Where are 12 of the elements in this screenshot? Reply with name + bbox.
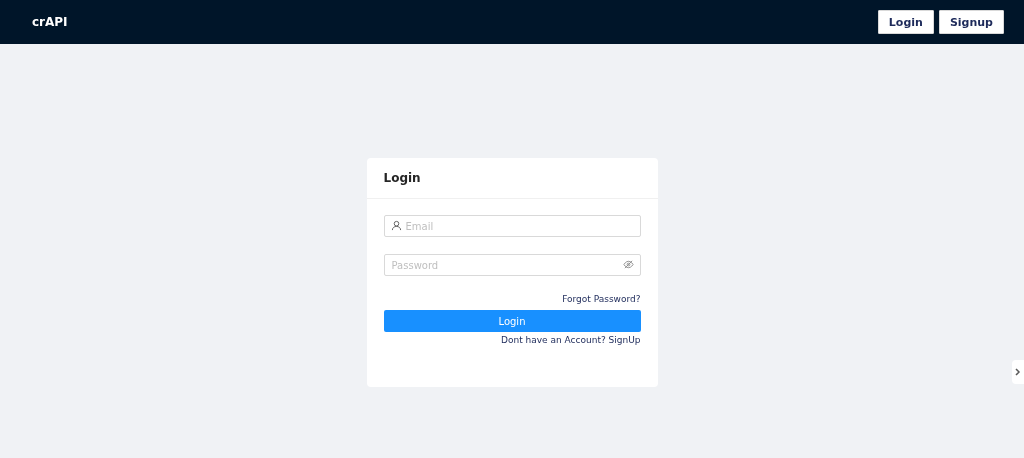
side-tab[interactable] xyxy=(1012,360,1024,384)
password-field[interactable]: Password xyxy=(383,254,641,276)
chevron-icon xyxy=(1015,368,1021,376)
eye-off-icon[interactable] xyxy=(622,259,634,270)
signup-button[interactable]: Signup xyxy=(938,10,1004,34)
card-title: Login xyxy=(383,171,421,185)
forgot-password-link[interactable]: Forgot Password? xyxy=(562,294,641,304)
signup-link[interactable]: Dont have an Account? SignUp xyxy=(501,335,641,345)
login-button[interactable]: Login xyxy=(877,10,934,34)
email-field[interactable]: Email xyxy=(383,215,641,237)
user-icon xyxy=(390,220,402,231)
brand-logo: crAPI xyxy=(32,15,68,29)
